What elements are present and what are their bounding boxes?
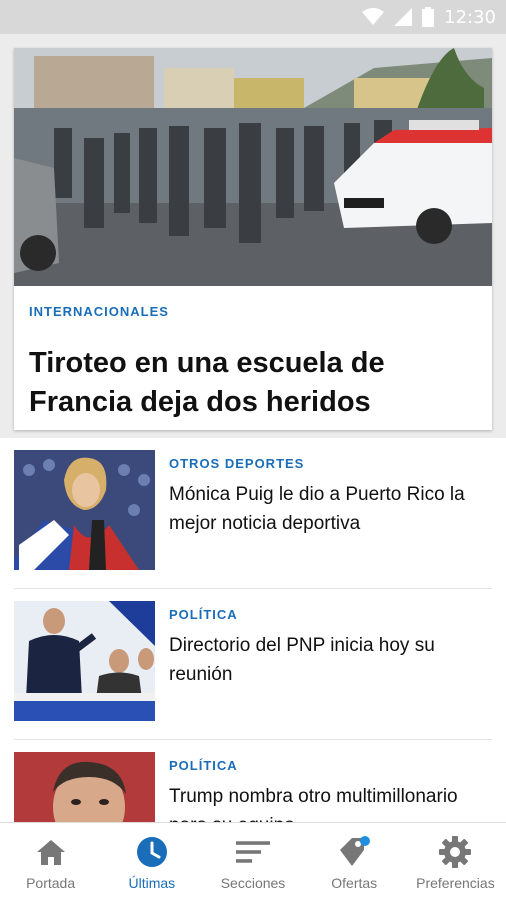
hero-headline[interactable]: Tiroteo en una escuela de Francia deja d… [29,344,479,422]
news-feed[interactable]: INTERNACIONALES Tiroteo en una escuela d… [0,34,506,822]
article-headline[interactable]: Mónica Puig le dio a Puerto Rico la mejo… [169,480,489,538]
article-headline[interactable]: Directorio del PNP inicia hoy su reunión [169,631,489,689]
status-bar: 12:30 [0,0,506,34]
bottom-navigation: Portada Últimas Secciones Ofertas Prefer… [0,822,506,900]
nav-ofertas[interactable]: Ofertas [304,823,405,900]
article-section-label: OTROS DEPORTES [169,456,305,471]
nav-label: Últimas [128,875,176,891]
article-headline[interactable]: Trump nombra otro multimillonario para s… [169,782,489,822]
wifi-icon [362,8,385,25]
nav-preferencias[interactable]: Preferencias [405,823,506,900]
tag-icon [337,835,371,869]
nav-label: Secciones [220,875,286,891]
signal-icon [394,8,413,26]
nav-ultimas[interactable]: Últimas [101,823,202,900]
article-thumbnail [14,752,155,822]
article-thumbnail [14,601,155,721]
nav-secciones[interactable]: Secciones [202,823,303,900]
battery-icon [422,7,435,27]
list-item[interactable]: POLÍTICA Trump nombra otro multimillonar… [14,740,492,822]
sections-icon [236,835,270,869]
hero-section-label: INTERNACIONALES [29,304,169,319]
article-thumbnail [14,450,155,570]
article-section-label: POLÍTICA [169,758,238,773]
list-item[interactable]: POLÍTICA Directorio del PNP inicia hoy s… [14,589,492,740]
gear-icon [438,835,472,869]
nav-label: Preferencias [416,875,495,891]
nav-label: Ofertas [331,875,378,891]
nav-label: Portada [26,875,76,891]
article-list: OTROS DEPORTES Mónica Puig le dio a Puer… [0,438,506,822]
clock-icon [135,835,169,869]
article-section-label: POLÍTICA [169,607,238,622]
home-icon [34,835,68,869]
list-item[interactable]: OTROS DEPORTES Mónica Puig le dio a Puer… [14,438,492,589]
nav-portada[interactable]: Portada [0,823,101,900]
hero-article-card[interactable]: INTERNACIONALES Tiroteo en una escuela d… [14,48,492,430]
status-time: 12:30 [444,6,496,28]
notification-dot [360,836,371,846]
hero-image [14,48,492,286]
